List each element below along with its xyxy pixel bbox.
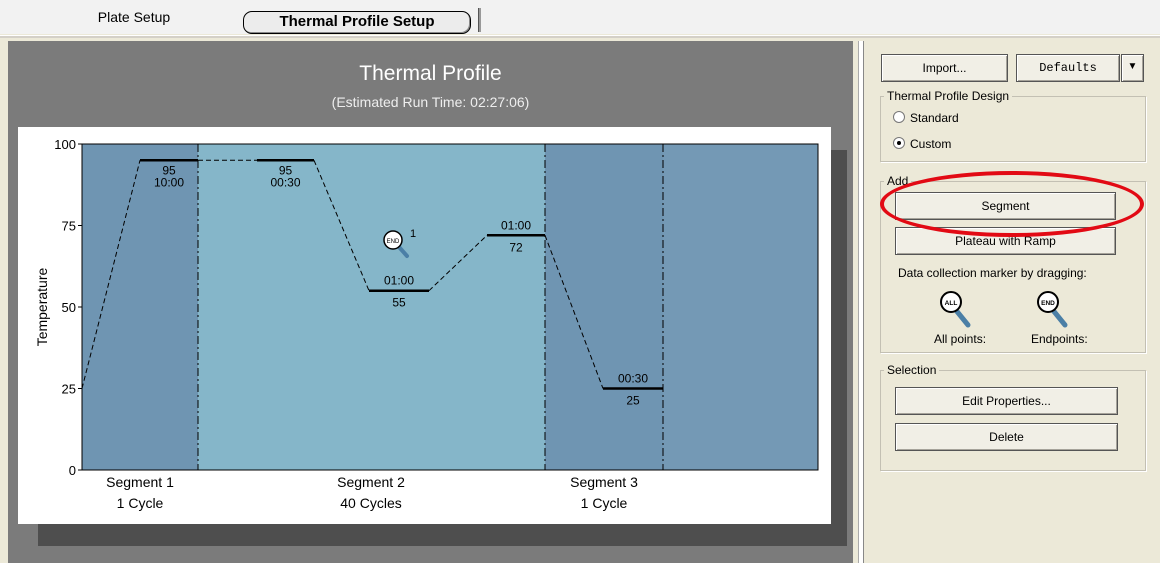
standard-radio[interactable]: Standard: [893, 111, 959, 125]
tab-separator: [478, 8, 481, 32]
step-time-label: 01:00: [501, 218, 531, 232]
defaults-dropdown-arrow-icon[interactable]: ▼: [1121, 54, 1144, 82]
y-tick-label: 75: [62, 219, 76, 234]
tab-divider-line: [0, 35, 1160, 38]
step-time-label: 10:00: [154, 175, 184, 189]
segment-2-band[interactable]: [198, 144, 545, 470]
plateau-with-ramp-button[interactable]: Plateau with Ramp: [895, 227, 1116, 255]
estimated-run-time: (Estimated Run Time: 02:27:06): [331, 94, 530, 110]
segment-cycles-label: 40 Cycles: [340, 495, 401, 511]
step-temp-label: 25: [626, 394, 640, 408]
end-marker-count: 1: [410, 228, 416, 240]
design-group: [880, 96, 1146, 162]
profile-title: Thermal Profile: [359, 62, 502, 85]
add-group-title: Add: [884, 174, 912, 188]
y-tick-label: 50: [62, 300, 76, 315]
segment-name-label: Segment 2: [337, 474, 405, 490]
import-button[interactable]: Import...: [881, 54, 1008, 82]
radio-off-icon: [893, 111, 905, 123]
end-icon-text: END: [1041, 300, 1055, 307]
all-points-label: All points:: [934, 332, 987, 346]
endpoints-marker-icon[interactable]: END: [1035, 289, 1069, 329]
selection-group: [880, 370, 1146, 471]
step-temp-label: 55: [392, 296, 406, 310]
y-tick-label: 25: [62, 382, 76, 397]
y-tick-label: 0: [69, 463, 76, 478]
delete-button[interactable]: Delete: [895, 423, 1118, 451]
selection-group-title: Selection: [884, 363, 940, 377]
thermal-profile-chart[interactable]: 0255075100Temperature9510:009500:3001:00…: [18, 127, 831, 524]
segment-1-band[interactable]: [82, 144, 198, 470]
tab-plate-setup[interactable]: Plate Setup: [78, 9, 190, 25]
y-axis-label: Temperature: [34, 267, 50, 346]
all-icon-text: ALL: [945, 300, 958, 307]
step-time-label: 00:30: [270, 175, 300, 189]
step-time-label: 01:00: [384, 274, 414, 288]
defaults-button[interactable]: Defaults: [1016, 54, 1120, 82]
step-time-label: 00:30: [618, 372, 648, 386]
radio-on-icon: [893, 137, 905, 149]
trailing-band: [663, 144, 818, 470]
segment-3-band[interactable]: [545, 144, 663, 470]
data-collection-marker-text: Data collection marker by dragging:: [898, 266, 1087, 280]
segment-cycles-label: 1 Cycle: [117, 495, 164, 511]
tab-thermal-profile-setup[interactable]: Thermal Profile Setup: [243, 11, 471, 34]
segment-name-label: Segment 1: [106, 474, 174, 490]
add-segment-button[interactable]: Segment: [895, 192, 1116, 220]
endpoints-label: Endpoints:: [1031, 332, 1088, 346]
custom-radio[interactable]: Custom: [893, 137, 951, 151]
tab-bar: Plate Setup Thermal Profile Setup: [0, 0, 1160, 34]
step-temp-label: 72: [509, 240, 523, 254]
edit-properties-button[interactable]: Edit Properties...: [895, 387, 1118, 415]
all-points-marker-icon[interactable]: ALL: [938, 289, 972, 329]
segment-cycles-label: 1 Cycle: [581, 495, 628, 511]
segment-name-label: Segment 3: [570, 474, 638, 490]
y-tick-label: 100: [54, 137, 76, 152]
end-marker-text: END: [387, 239, 400, 245]
design-group-title: Thermal Profile Design: [884, 89, 1013, 103]
